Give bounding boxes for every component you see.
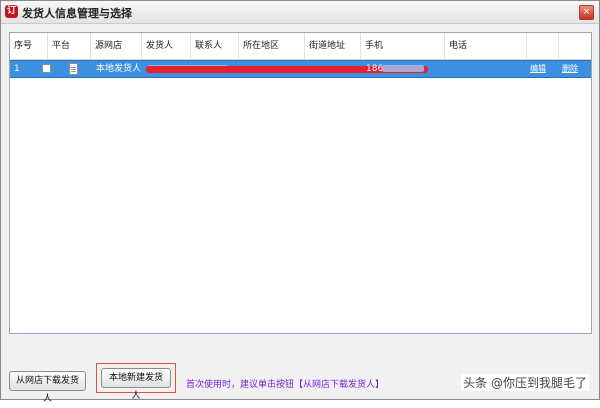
column-header-edit xyxy=(527,33,559,59)
row-source-shop: 本地发货人 xyxy=(96,64,142,74)
row-mobile-partial: 186 xyxy=(366,64,384,74)
column-header-region[interactable]: 所在地区 xyxy=(239,33,305,59)
first-use-hint: 首次使用时，建议单击按钮【从网店下载发货人】 xyxy=(186,380,385,390)
platform-document-icon xyxy=(69,63,78,75)
title-bar[interactable]: 订 发货人信息管理与选择 × xyxy=(1,1,599,24)
row-delete-link[interactable]: 删除 xyxy=(562,61,578,77)
sender-table: 序号 平台 源网店 发货人 联系人 所在地区 街道地址 手机 电话 1 本地发货… xyxy=(9,32,592,334)
column-header-contact[interactable]: 联系人 xyxy=(191,33,239,59)
app-icon: 订 xyxy=(5,5,18,18)
column-header-mobile[interactable]: 手机 xyxy=(361,33,445,59)
window-title: 发货人信息管理与选择 xyxy=(22,7,132,20)
row-edit-link[interactable]: 编辑 xyxy=(530,61,546,77)
column-header-source-shop[interactable]: 源网店 xyxy=(91,33,142,59)
column-header-delete xyxy=(559,33,591,59)
column-header-sender[interactable]: 发货人 xyxy=(142,33,191,59)
column-header-street[interactable]: 街道地址 xyxy=(305,33,361,59)
dialog-window: 订 发货人信息管理与选择 × 序号 平台 源网店 发货人 联系人 所在地区 街道… xyxy=(0,0,600,404)
column-header-index[interactable]: 序号 xyxy=(10,33,48,59)
watermark-text: 头条 @你压到我腿毛了 xyxy=(461,374,589,391)
highlight-box: 本地新建发货人 xyxy=(96,363,176,401)
close-icon[interactable]: × xyxy=(579,5,594,20)
table-header: 序号 平台 源网店 发货人 联系人 所在地区 街道地址 手机 电话 xyxy=(10,33,591,60)
create-local-sender-button[interactable]: 本地新建发货人 xyxy=(101,368,171,401)
blurred-mobile xyxy=(382,65,424,72)
row-checkbox[interactable] xyxy=(42,64,51,73)
column-header-phone[interactable]: 电话 xyxy=(445,33,527,59)
table-row[interactable]: 1 本地发货人 186 编辑 删除 xyxy=(10,60,591,78)
column-header-platform[interactable]: 平台 xyxy=(48,33,91,59)
download-from-shop-button[interactable]: 从网店下载发货人 xyxy=(9,371,86,404)
